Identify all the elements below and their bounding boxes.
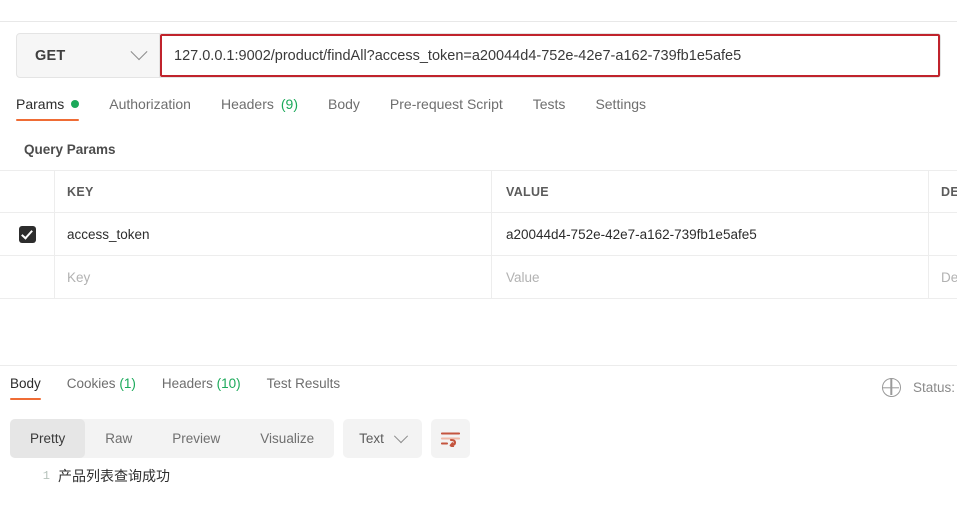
response-divider: [0, 365, 957, 366]
response-tab-test-results[interactable]: Test Results: [267, 376, 355, 400]
response-tab-headers-count: (10): [216, 376, 241, 391]
row-value-input[interactable]: a20044d4-752e-42e7-a162-739fb1e5afe5: [492, 213, 929, 255]
tab-headers-count: (9): [280, 96, 298, 112]
response-tabs: Body Cookies (1) Headers (10) Test Resul…: [10, 376, 366, 400]
tab-authorization-label: Authorization: [109, 96, 191, 112]
tab-headers[interactable]: Headers (9): [221, 96, 316, 121]
tab-tests[interactable]: Tests: [533, 96, 584, 121]
tab-authorization[interactable]: Authorization: [109, 96, 209, 121]
tab-settings-label: Settings: [595, 96, 647, 112]
chevron-down-icon: [393, 428, 408, 443]
response-body-content: 产品列表查询成功: [58, 465, 170, 487]
table-header-row: KEY VALUE DE: [0, 170, 957, 213]
tab-body[interactable]: Body: [328, 96, 378, 121]
wrap-text-icon: [440, 431, 460, 447]
request-tabs: Params Authorization Headers (9) Body Pr…: [16, 96, 676, 121]
response-tab-body-label: Body: [10, 376, 41, 391]
response-format-label: Text: [359, 431, 384, 446]
placeholder-checkbox-cell: [0, 256, 55, 298]
globe-icon[interactable]: [881, 378, 901, 397]
line-number: 1: [42, 469, 50, 483]
request-url-bar: GET 127.0.0.1:9002/product/findAll?acces…: [16, 33, 941, 78]
response-body-toolbar: Pretty Raw Preview Visualize Text: [10, 419, 470, 458]
response-tab-test-results-label: Test Results: [266, 376, 341, 391]
placeholder-value-input[interactable]: Value: [492, 256, 929, 298]
table-row-placeholder[interactable]: Key Value De: [0, 256, 957, 299]
status-label: Status:: [912, 380, 955, 395]
http-method-label: GET: [35, 47, 66, 64]
tab-pre-request-script[interactable]: Pre-request Script: [390, 96, 521, 121]
tab-headers-label: Headers: [220, 96, 274, 112]
view-mode-pretty[interactable]: Pretty: [10, 419, 86, 458]
url-input-wrapper[interactable]: 127.0.0.1:9002/product/findAll?access_to…: [160, 33, 941, 78]
row-description-input[interactable]: [929, 213, 957, 255]
response-tab-cookies[interactable]: Cookies (1): [67, 376, 150, 400]
query-params-table: KEY VALUE DE access_token a20044d4-752e-…: [0, 170, 957, 299]
chevron-down-icon: [130, 42, 148, 60]
placeholder-description-input[interactable]: De: [929, 256, 957, 298]
response-tab-headers-label: Headers: [161, 376, 213, 391]
tab-settings[interactable]: Settings: [595, 96, 664, 121]
response-tab-headers[interactable]: Headers (10): [162, 376, 255, 400]
response-format-select[interactable]: Text: [343, 419, 422, 458]
view-mode-visualize[interactable]: Visualize: [240, 419, 334, 458]
wrap-lines-button[interactable]: [430, 419, 470, 458]
response-tab-cookies-label: Cookies: [66, 376, 116, 391]
code-line: 产品列表查询成功: [58, 468, 170, 484]
view-mode-preview[interactable]: Preview: [152, 419, 240, 458]
header-cell-value: VALUE: [492, 171, 929, 212]
top-divider: [0, 21, 957, 22]
tab-body-label: Body: [328, 96, 360, 112]
http-method-select[interactable]: GET: [16, 33, 160, 78]
row-enabled-checkbox[interactable]: [18, 225, 36, 243]
placeholder-key-input[interactable]: Key: [55, 256, 492, 298]
line-number-gutter: 1: [0, 465, 58, 487]
tab-params-label: Params: [16, 96, 65, 112]
response-tab-body[interactable]: Body: [10, 376, 55, 400]
view-mode-segmented-control: Pretty Raw Preview Visualize: [10, 419, 335, 458]
query-params-title: Query Params: [24, 142, 116, 157]
header-cell-key: KEY: [55, 171, 492, 212]
tab-tests-label: Tests: [532, 96, 566, 112]
tab-pre-request-script-label: Pre-request Script: [389, 96, 503, 112]
params-modified-dot-icon: [71, 100, 80, 108]
tab-params[interactable]: Params: [16, 96, 97, 121]
response-meta: Status:: [881, 378, 957, 397]
row-checkbox-cell[interactable]: [0, 213, 55, 255]
view-mode-raw[interactable]: Raw: [85, 419, 152, 458]
header-cell-description: DE: [941, 184, 957, 199]
row-key-input[interactable]: access_token: [55, 213, 492, 255]
response-body-viewer[interactable]: 1 产品列表查询成功: [0, 465, 957, 487]
response-tab-cookies-count: (1): [119, 376, 136, 391]
table-row[interactable]: access_token a20044d4-752e-42e7-a162-739…: [0, 213, 957, 256]
header-cell-check: [0, 171, 55, 212]
url-input[interactable]: 127.0.0.1:9002/product/findAll?access_to…: [160, 48, 741, 64]
